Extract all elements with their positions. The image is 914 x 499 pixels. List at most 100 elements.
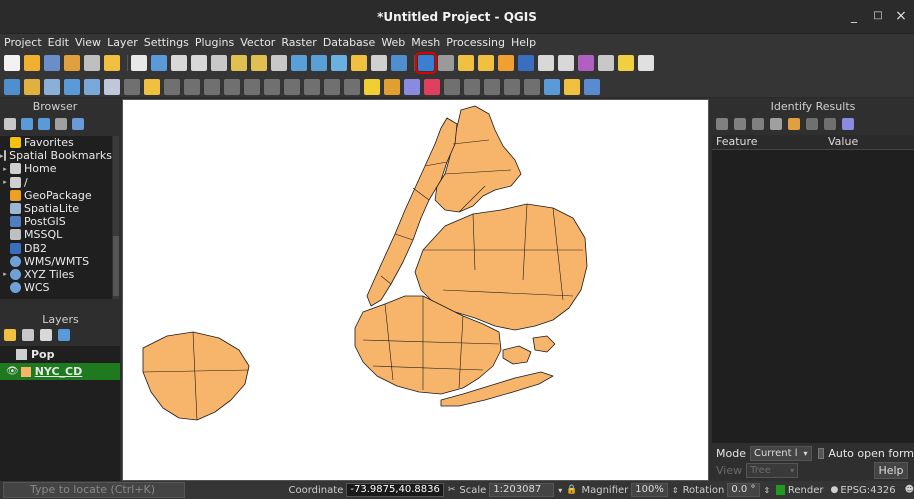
menu-vector[interactable]: Vector	[240, 36, 275, 49]
label-move-icon[interactable]	[444, 78, 460, 95]
select-by-value-icon[interactable]	[478, 55, 494, 71]
label-rotate-icon[interactable]	[464, 78, 480, 95]
mode-select[interactable]: Current l ▾	[749, 446, 812, 461]
processing-toolbox-icon[interactable]	[558, 55, 574, 71]
layer-item-pop[interactable]: Pop	[0, 346, 120, 363]
identify-mode-icon[interactable]	[842, 118, 854, 130]
menu-project[interactable]: Project	[4, 36, 42, 49]
open-project-icon[interactable]	[24, 55, 40, 71]
save-edits-icon[interactable]	[44, 78, 60, 95]
browser-item-wcs[interactable]: WCS	[0, 281, 112, 294]
menu-plugins[interactable]: Plugins	[195, 36, 234, 49]
add-feature-icon[interactable]	[84, 78, 100, 95]
coordinate-field[interactable]: -73.9875,40.8836	[346, 483, 444, 497]
delete-selected-icon[interactable]	[164, 78, 180, 95]
browser-item-favorites[interactable]: Favorites	[0, 136, 112, 149]
map-tips-icon[interactable]	[618, 55, 634, 71]
new-print-layout-icon[interactable]	[64, 55, 80, 71]
zoom-to-selection-icon[interactable]	[231, 55, 247, 71]
zoom-full-icon[interactable]	[211, 55, 227, 71]
label-redo-icon[interactable]	[524, 78, 540, 95]
locator-search-input[interactable]: Type to locate (Ctrl+K)	[3, 482, 185, 498]
expand-new-results-icon[interactable]	[752, 118, 764, 130]
globe-plugin-icon[interactable]	[544, 78, 560, 95]
zoom-next-icon[interactable]	[311, 55, 327, 71]
collapse-all-icon[interactable]	[55, 118, 67, 130]
map-canvas[interactable]	[122, 99, 709, 481]
modify-attributes-icon[interactable]	[124, 78, 140, 95]
attribute-table-icon[interactable]	[518, 55, 534, 71]
render-checkbox[interactable]	[776, 485, 785, 495]
help-button[interactable]: Help	[874, 462, 908, 479]
new-project-icon[interactable]	[4, 55, 20, 71]
spin-arrows-icon[interactable]: ⇕	[764, 486, 771, 495]
column-header-value[interactable]: Value	[824, 135, 858, 149]
add-layer-icon[interactable]	[4, 118, 16, 130]
filter-browser-icon[interactable]	[38, 118, 50, 130]
refresh-icon[interactable]	[391, 55, 407, 71]
refresh-browser-icon[interactable]	[21, 118, 33, 130]
label-properties-icon[interactable]	[484, 78, 500, 95]
messages-icon[interactable]: ☻	[905, 485, 914, 495]
close-icon[interactable]: ×	[893, 8, 909, 24]
crs-label[interactable]: EPSG:4326	[840, 485, 895, 496]
save-project-icon[interactable]	[44, 55, 60, 71]
menu-layer[interactable]: Layer	[107, 36, 138, 49]
browser-item-xyz-tiles[interactable]: ▸ XYZ Tiles	[0, 268, 112, 281]
nyc-community-districts-map[interactable]	[123, 100, 708, 480]
clear-results-icon[interactable]	[770, 118, 782, 130]
expand-tree-icon[interactable]	[716, 118, 728, 130]
scrollbar-thumb[interactable]	[113, 236, 119, 296]
paste-features-icon[interactable]	[224, 78, 240, 95]
style-manager-icon[interactable]	[104, 55, 120, 71]
menu-raster[interactable]: Raster	[281, 36, 316, 49]
menu-database[interactable]: Database	[323, 36, 376, 49]
copy-icon[interactable]	[284, 78, 300, 95]
browser-item-wms[interactable]: WMS/WMTS	[0, 255, 112, 268]
rotation-field[interactable]: 0.0 °	[727, 483, 760, 497]
redo-icon[interactable]	[264, 78, 280, 95]
pan-map-icon[interactable]	[131, 55, 147, 71]
auto-open-form-checkbox[interactable]	[817, 448, 825, 459]
help-contents-icon[interactable]	[584, 78, 600, 95]
layer-styling-icon[interactable]	[4, 329, 16, 341]
expand-arrow-icon[interactable]: ▸	[0, 270, 10, 278]
expand-arrow-icon[interactable]: ▸	[0, 152, 4, 160]
zoom-to-layer-icon[interactable]	[251, 55, 267, 71]
toggle-editing-icon[interactable]	[24, 78, 40, 95]
temporal-controller-icon[interactable]	[351, 55, 367, 71]
toggle-extents-icon[interactable]: ✂	[448, 485, 456, 495]
field-calculator-icon[interactable]	[538, 55, 554, 71]
deselect-all-icon[interactable]	[498, 55, 514, 71]
menu-help[interactable]: Help	[511, 36, 536, 49]
menu-view[interactable]: View	[75, 36, 101, 49]
menu-edit[interactable]: Edit	[48, 36, 69, 49]
zoom-last-icon[interactable]	[291, 55, 307, 71]
label-abc-icon[interactable]	[364, 78, 380, 95]
cut-features-icon[interactable]	[184, 78, 200, 95]
eye-icon[interactable]	[40, 329, 52, 341]
menu-processing[interactable]: Processing	[446, 36, 505, 49]
browser-item-root[interactable]: ▸ /	[0, 176, 112, 189]
visibility-eye-icon[interactable]: 👁	[6, 366, 19, 377]
new-bookmark-icon[interactable]	[371, 55, 387, 71]
current-edits-icon[interactable]	[4, 78, 20, 95]
vertex-tool-icon[interactable]	[104, 78, 120, 95]
menu-web[interactable]: Web	[381, 36, 405, 49]
zoom-out-icon[interactable]	[191, 55, 207, 71]
maximize-icon[interactable]: □	[870, 8, 886, 24]
copy-result-icon[interactable]	[806, 118, 818, 130]
statistical-summary-icon[interactable]	[578, 55, 594, 71]
open-form-icon[interactable]	[788, 118, 800, 130]
label-pin-icon[interactable]	[384, 78, 400, 95]
menu-settings[interactable]: Settings	[144, 36, 189, 49]
copy-features-icon[interactable]	[204, 78, 220, 95]
scale-field[interactable]: 1:203087	[489, 483, 555, 497]
browser-item-db2[interactable]: DB2	[0, 242, 112, 255]
expand-arrow-icon[interactable]: ▸	[0, 165, 10, 173]
zoom-in-icon[interactable]	[171, 55, 187, 71]
label-highlight-icon[interactable]	[404, 78, 420, 95]
lock-scale-icon[interactable]: 🔒	[566, 485, 577, 495]
rotate-icon[interactable]	[324, 78, 340, 95]
spin-arrows-icon[interactable]: ⇕	[672, 486, 679, 495]
